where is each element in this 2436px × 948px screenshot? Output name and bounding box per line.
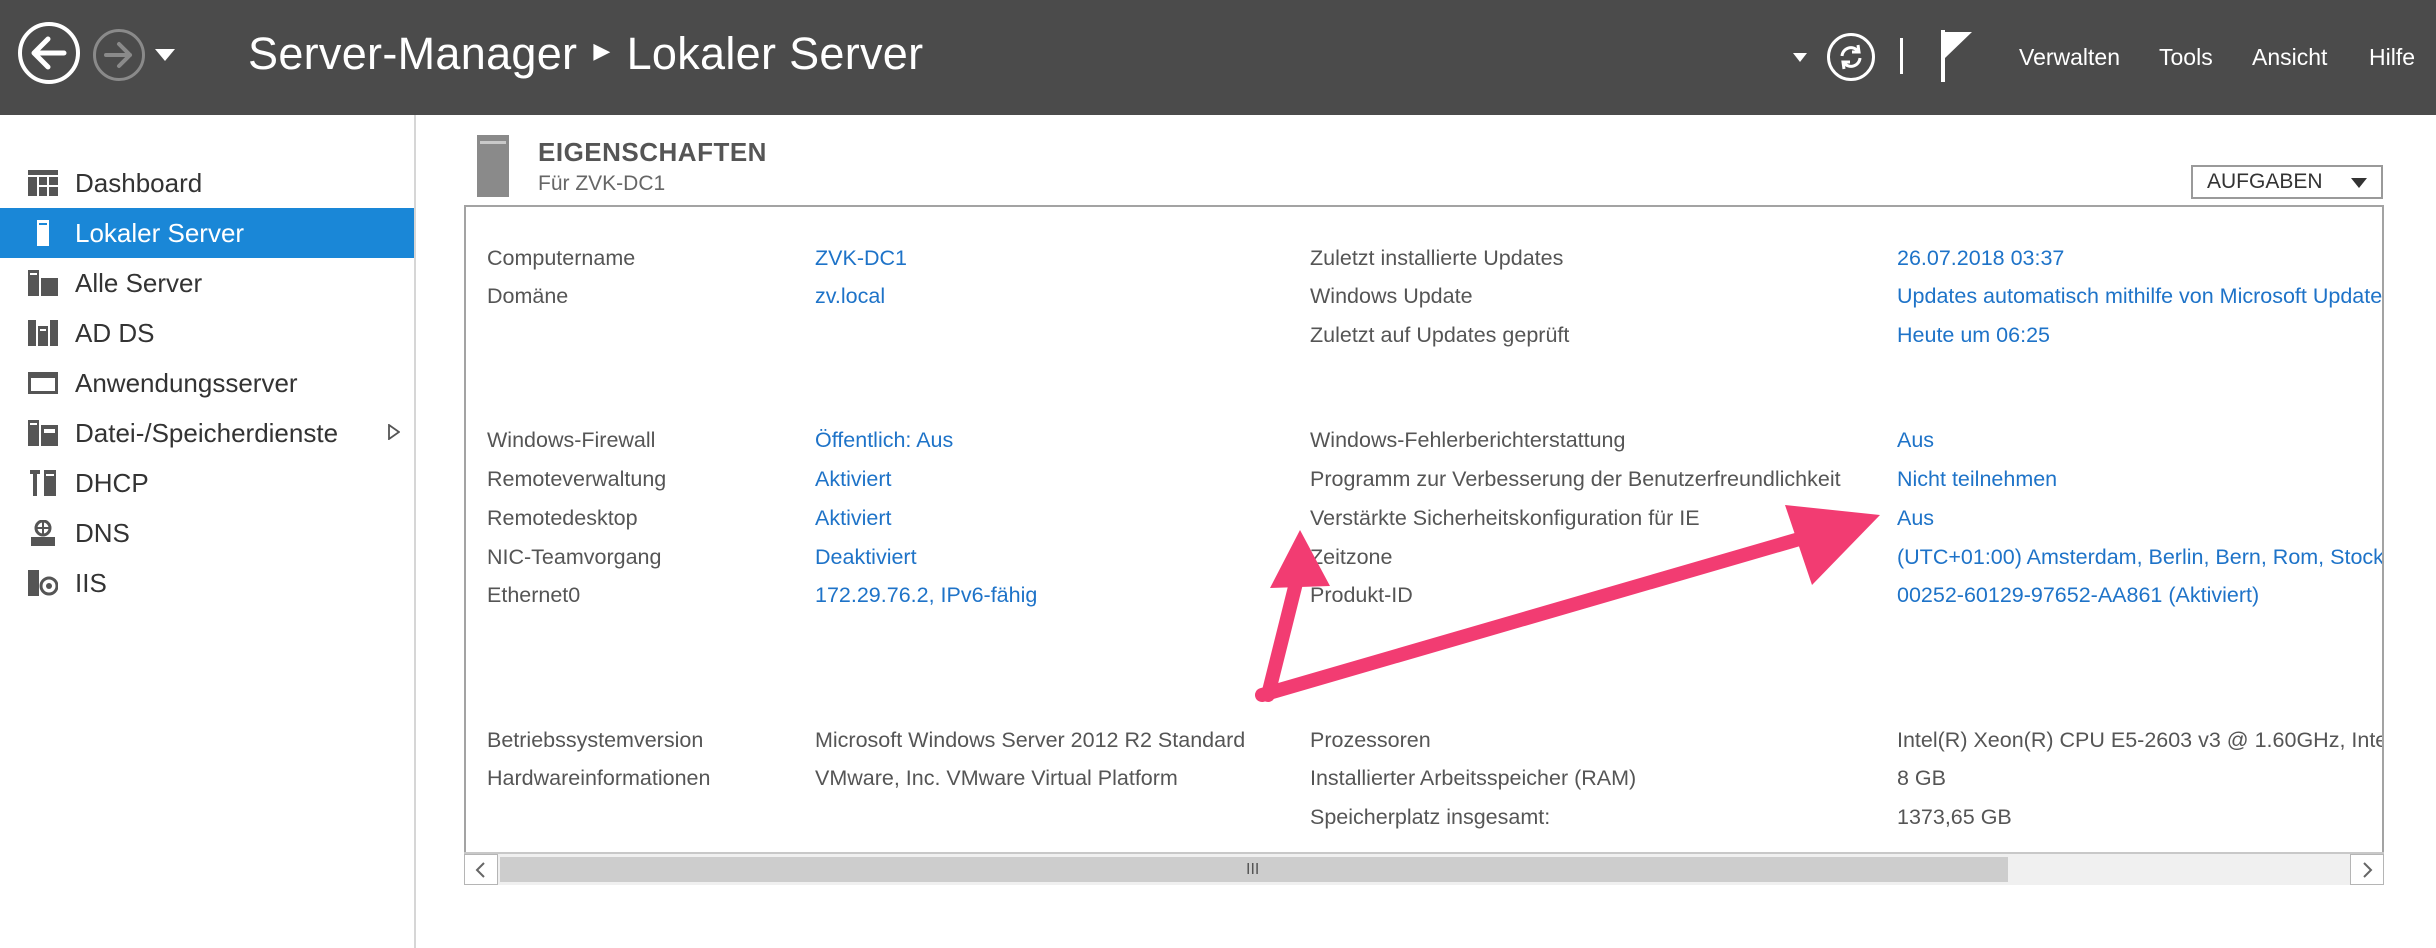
- chevron-down-icon: [2351, 178, 2367, 188]
- property-label: Verstärkte Sicherheitskonfiguration für …: [1310, 506, 1700, 530]
- property-value: VMware, Inc. VMware Virtual Platform: [815, 766, 1178, 790]
- dns-icon: [31, 520, 55, 546]
- menu-manage[interactable]: Verwalten: [2019, 44, 2120, 71]
- property-label: Windows-Firewall: [487, 428, 656, 452]
- server-icon: [477, 135, 509, 197]
- sidebar-item-label: Datei-/Speicherdienste: [75, 418, 339, 448]
- history-dropdown-icon[interactable]: [155, 49, 175, 61]
- property-value: 1373,65 GB: [1897, 805, 2012, 829]
- sidebar-item-dns[interactable]: DNS: [0, 508, 414, 558]
- property-value-link[interactable]: 00252-60129-97652-AA861 (Aktiviert): [1897, 583, 2259, 608]
- menu-tools[interactable]: Tools: [2159, 44, 2213, 71]
- property-label: Computername: [487, 246, 636, 270]
- property-value-link[interactable]: Nicht teilnehmen: [1897, 467, 2057, 492]
- sidebar-item-ad-ds[interactable]: AD DS: [0, 308, 414, 358]
- refresh-icon[interactable]: [1827, 33, 1875, 81]
- expand-arrow-icon[interactable]: [388, 424, 400, 440]
- tasks-dropdown[interactable]: AUFGABEN: [2191, 165, 2383, 199]
- sidebar-item-label: IIS: [75, 568, 107, 598]
- property-value-link[interactable]: Deaktiviert: [815, 545, 917, 570]
- property-label: Prozessoren: [1310, 728, 1431, 752]
- horizontal-scrollbar[interactable]: III: [464, 852, 2384, 885]
- back-arrow-icon[interactable]: [18, 22, 80, 84]
- property-value-link[interactable]: zv.local: [815, 284, 885, 309]
- property-value-link[interactable]: Aus: [1897, 506, 1934, 531]
- sidebar-item-local-server[interactable]: Lokaler Server: [0, 208, 414, 258]
- file-storage-icon: [28, 420, 58, 446]
- chevron-right-icon: [2363, 862, 2373, 878]
- property-value-link[interactable]: 26.07.2018 03:37: [1897, 246, 2064, 271]
- iis-icon: [28, 570, 58, 596]
- tasks-label: AUFGABEN: [2207, 170, 2323, 193]
- sidebar: Dashboard Lokaler Server Alle Server AD …: [0, 115, 416, 948]
- scrollbar-grip: III: [1246, 861, 1260, 878]
- properties-panel: Computername ZVK-DC1 Domäne zv.local Win…: [464, 205, 2384, 885]
- property-label: Zuletzt installierte Updates: [1310, 246, 1564, 270]
- sidebar-item-label: Dashboard: [75, 168, 203, 198]
- scrollbar-thumb[interactable]: III: [500, 857, 2008, 882]
- property-label: Remoteverwaltung: [487, 467, 667, 491]
- property-label: Remotedesktop: [487, 506, 638, 530]
- title-bar: Server-Manager ▶ Lokaler Server Verwalten …: [0, 0, 2436, 115]
- all-servers-icon: [28, 270, 58, 296]
- property-value-link[interactable]: Heute um 06:25: [1897, 323, 2050, 348]
- property-label: Installierter Arbeitsspeicher (RAM): [1310, 766, 1637, 790]
- sidebar-item-dashboard[interactable]: Dashboard: [0, 158, 414, 208]
- scroll-left-button[interactable]: [464, 854, 498, 885]
- chevron-down-icon[interactable]: [1793, 53, 1807, 62]
- property-label: Ethernet0: [487, 583, 581, 607]
- menu-view[interactable]: Ansicht: [2252, 44, 2327, 71]
- property-value-link[interactable]: ZVK-DC1: [815, 246, 907, 271]
- property-value-link[interactable]: Updates automatisch mithilfe von Microso…: [1897, 284, 2382, 309]
- flag-icon[interactable]: [1940, 28, 1974, 84]
- sidebar-item-iis[interactable]: IIS: [0, 558, 414, 608]
- property-label: Speicherplatz insgesamt:: [1310, 805, 1551, 829]
- toolbar-divider: [1900, 38, 1903, 74]
- sidebar-item-file-storage[interactable]: Datei-/Speicherdienste: [0, 408, 414, 458]
- chevron-left-icon: [475, 862, 485, 878]
- property-label: Programm zur Verbesserung der Benutzerfr…: [1310, 467, 1841, 491]
- property-value-link[interactable]: Öffentlich: Aus: [815, 428, 953, 453]
- scroll-right-button[interactable]: [2350, 854, 2384, 885]
- menu-help[interactable]: Hilfe: [2369, 44, 2415, 71]
- sidebar-item-label: Lokaler Server: [75, 218, 245, 248]
- dashboard-icon: [28, 170, 58, 196]
- breadcrumb-app[interactable]: Server-Manager: [248, 28, 577, 79]
- breadcrumb-page: Lokaler Server: [626, 28, 924, 79]
- ad-ds-icon: [28, 320, 58, 346]
- property-value: 8 GB: [1897, 766, 1946, 790]
- property-label: Zeitzone: [1310, 545, 1393, 569]
- server-icon: [37, 220, 49, 246]
- property-label: Windows-Fehlerberichterstattung: [1310, 428, 1626, 452]
- breadcrumb: Server-Manager ▶ Lokaler Server: [248, 28, 923, 80]
- sidebar-item-label: DHCP: [75, 468, 149, 498]
- property-label: Domäne: [487, 284, 569, 308]
- property-value-link[interactable]: Aus: [1897, 428, 1934, 453]
- application-server-icon: [28, 372, 58, 394]
- property-value-link[interactable]: 172.29.76.2, IPv6-fähig: [815, 583, 1037, 608]
- sidebar-item-label: DNS: [75, 518, 130, 548]
- section-title: EIGENSCHAFTEN: [538, 137, 767, 167]
- property-label: NIC-Teamvorgang: [487, 545, 662, 569]
- property-label: Windows Update: [1310, 284, 1473, 308]
- property-label: Produkt-ID: [1310, 583, 1413, 607]
- property-value-link[interactable]: (UTC+01:00) Amsterdam, Berlin, Bern, Rom…: [1897, 545, 2382, 570]
- forward-arrow-icon[interactable]: [93, 29, 145, 81]
- dhcp-icon: [30, 470, 56, 496]
- property-value: Microsoft Windows Server 2012 R2 Standar…: [815, 728, 1246, 752]
- sidebar-item-dhcp[interactable]: DHCP: [0, 458, 414, 508]
- sidebar-item-label: Anwendungsserver: [75, 368, 298, 398]
- breadcrumb-separator-icon: ▶: [593, 38, 611, 64]
- property-value-link[interactable]: Aktiviert: [815, 467, 891, 492]
- property-label: Zuletzt auf Updates geprüft: [1310, 323, 1570, 347]
- sidebar-item-label: Alle Server: [75, 268, 203, 298]
- property-value-link[interactable]: Aktiviert: [815, 506, 891, 531]
- property-label: Betriebssystemversion: [487, 728, 704, 752]
- sidebar-item-label: AD DS: [75, 318, 155, 348]
- sidebar-item-all-servers[interactable]: Alle Server: [0, 258, 414, 308]
- property-label: Hardwareinformationen: [487, 766, 711, 790]
- section-subtitle: Für ZVK-DC1: [538, 172, 666, 195]
- sidebar-item-application-server[interactable]: Anwendungsserver: [0, 358, 414, 408]
- property-value: Intel(R) Xeon(R) CPU E5-2603 v3 @ 1.60GH…: [1897, 728, 2384, 752]
